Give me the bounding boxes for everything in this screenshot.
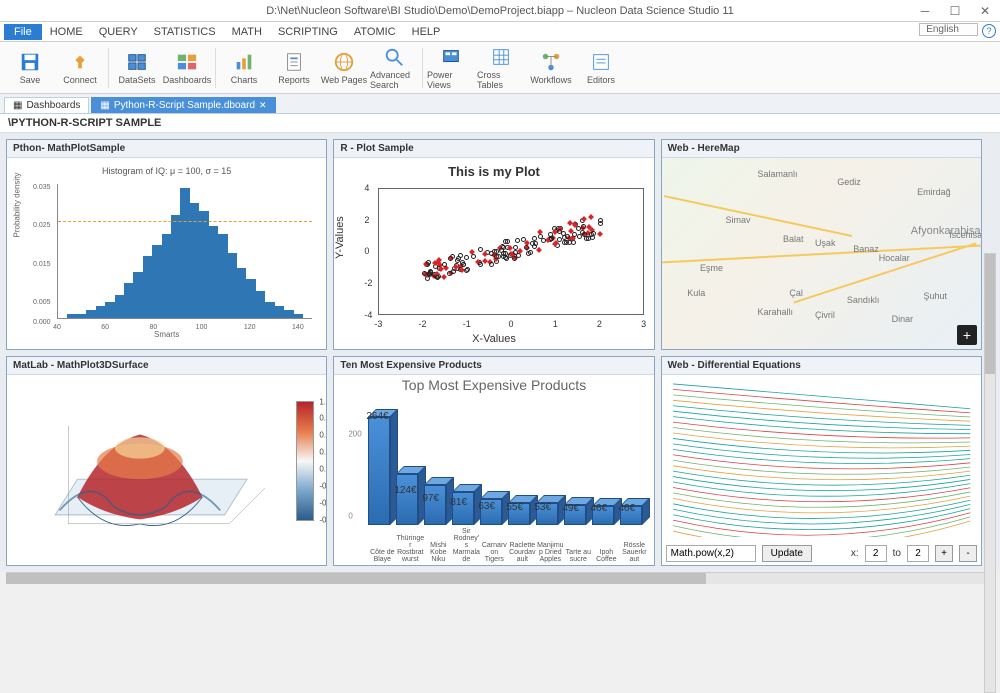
horizontal-scrollbar[interactable] bbox=[6, 572, 994, 584]
reports-icon bbox=[283, 51, 305, 73]
grid-icon: ▦ bbox=[100, 100, 109, 111]
panel-bars: Ten Most Expensive Products Top Most Exp… bbox=[333, 356, 654, 567]
dashboards-icon bbox=[176, 51, 198, 73]
panel-diffeq: Web - Differential Equations Update x: t… bbox=[661, 356, 982, 567]
minus-button[interactable]: - bbox=[959, 545, 977, 562]
separator bbox=[422, 48, 423, 88]
chart-title: Top Most Expensive Products bbox=[334, 377, 653, 393]
help-icon[interactable]: ? bbox=[982, 24, 996, 38]
window-title: D:\Net\Nucleon Software\BI Studio\Demo\D… bbox=[266, 5, 734, 17]
file-menu[interactable]: File bbox=[4, 24, 42, 40]
plus-button[interactable]: + bbox=[935, 545, 953, 562]
colorbar: 1.010.750.510.250.01-0.25-0.50-0.75 bbox=[296, 401, 314, 521]
connect-button[interactable]: Connect bbox=[56, 44, 104, 92]
reports-button[interactable]: Reports bbox=[270, 44, 318, 92]
panel-title: Ten Most Expensive Products bbox=[334, 357, 653, 375]
panel-title: Web - HereMap bbox=[662, 140, 981, 158]
panel-map: Web - HereMap SalamanlıGedizEmirdağSimav… bbox=[661, 139, 982, 350]
web-icon bbox=[333, 51, 355, 73]
update-button[interactable]: Update bbox=[762, 545, 812, 562]
dashboard-workspace: Pthon- MathPlotSample Histogram of IQ: μ… bbox=[0, 133, 1000, 572]
chart-title: This is my Plot bbox=[334, 164, 653, 179]
workflows-button[interactable]: Workflows bbox=[527, 44, 575, 92]
titlebar: D:\Net\Nucleon Software\BI Studio\Demo\D… bbox=[0, 0, 1000, 22]
x-to-input[interactable] bbox=[907, 545, 929, 562]
panel-histogram: Pthon- MathPlotSample Histogram of IQ: μ… bbox=[6, 139, 327, 350]
document-tabstrip: ▦Dashboards ▦Python-R-Script Sample.dboa… bbox=[0, 94, 1000, 114]
scatter-plot bbox=[378, 188, 643, 315]
expression-input[interactable] bbox=[666, 545, 756, 562]
bar-chart-3d: 264€Côte de Blaye124€Thüringer Rostbratw… bbox=[364, 403, 647, 526]
search-icon bbox=[383, 46, 405, 68]
menu-scripting[interactable]: SCRIPTING bbox=[270, 24, 346, 40]
surface-plot: 1.010.750.510.250.01-0.25-0.50-0.75 bbox=[13, 381, 320, 560]
workflow-icon bbox=[540, 51, 562, 73]
dashboards-button[interactable]: Dashboards bbox=[163, 44, 211, 92]
grid-icon: ▦ bbox=[13, 100, 22, 111]
powerviews-button[interactable]: Power Views bbox=[427, 44, 475, 92]
save-button[interactable]: Save bbox=[6, 44, 54, 92]
power-icon bbox=[440, 46, 462, 68]
advsearch-button[interactable]: Advanced Search bbox=[370, 44, 418, 92]
ribbon-toolbar: Save Connect DataSets Dashboards Charts … bbox=[0, 42, 1000, 94]
separator bbox=[215, 48, 216, 88]
cross-icon bbox=[490, 46, 512, 68]
menu-help[interactable]: HELP bbox=[404, 24, 449, 40]
panel-title: MatLab - MathPlot3DSurface bbox=[7, 357, 326, 375]
chart-icon bbox=[233, 51, 255, 73]
window-controls: ─ ☐ ✕ bbox=[910, 0, 1000, 22]
floppy-icon bbox=[19, 51, 41, 73]
panel-title: Web - Differential Equations bbox=[662, 357, 981, 375]
tab-python-r-script[interactable]: ▦Python-R-Script Sample.dboard✕ bbox=[91, 97, 275, 113]
tab-dashboards[interactable]: ▦Dashboards bbox=[4, 97, 89, 113]
plug-icon bbox=[69, 51, 91, 73]
diffeq-plot bbox=[666, 379, 977, 538]
menu-atomic[interactable]: ATOMIC bbox=[346, 24, 404, 40]
minimize-button[interactable]: ─ bbox=[910, 0, 940, 22]
language-selector[interactable]: English bbox=[919, 23, 978, 36]
tables-icon bbox=[126, 51, 148, 73]
menu-math[interactable]: MATH bbox=[224, 24, 270, 40]
webpages-button[interactable]: Web Pages bbox=[320, 44, 368, 92]
panel-title: R - Plot Sample bbox=[334, 140, 653, 158]
menu-query[interactable]: QUERY bbox=[91, 24, 146, 40]
charts-button[interactable]: Charts bbox=[220, 44, 268, 92]
editor-icon bbox=[590, 51, 612, 73]
close-icon[interactable]: ✕ bbox=[259, 100, 267, 111]
maximize-button[interactable]: ☐ bbox=[940, 0, 970, 22]
menu-statistics[interactable]: STATISTICS bbox=[146, 24, 224, 40]
histogram-chart: Histogram of IQ: μ = 100, σ = 15 Probabi… bbox=[15, 166, 318, 341]
close-button[interactable]: ✕ bbox=[970, 0, 1000, 22]
editors-button[interactable]: Editors bbox=[577, 44, 625, 92]
menu-home[interactable]: HOME bbox=[42, 24, 91, 40]
panel-surface: MatLab - MathPlot3DSurface bbox=[6, 356, 327, 567]
diffeq-controls: Update x: to + - bbox=[666, 545, 977, 562]
menubar: File HOME QUERY STATISTICS MATH SCRIPTIN… bbox=[0, 22, 1000, 42]
x-from-input[interactable] bbox=[865, 545, 887, 562]
panel-title: Pthon- MathPlotSample bbox=[7, 140, 326, 158]
here-map[interactable]: SalamanlıGedizEmirdağSimavBalatUşakBanaz… bbox=[662, 158, 981, 349]
crosstables-button[interactable]: Cross Tables bbox=[477, 44, 525, 92]
breadcrumb: \PYTHON-R-SCRIPT SAMPLE bbox=[0, 114, 1000, 133]
separator bbox=[108, 48, 109, 88]
datasets-button[interactable]: DataSets bbox=[113, 44, 161, 92]
vertical-scrollbar[interactable] bbox=[984, 253, 996, 693]
zoom-in-button[interactable]: + bbox=[957, 325, 977, 345]
panel-scatter: R - Plot Sample This is my Plot Y-Values… bbox=[333, 139, 654, 350]
